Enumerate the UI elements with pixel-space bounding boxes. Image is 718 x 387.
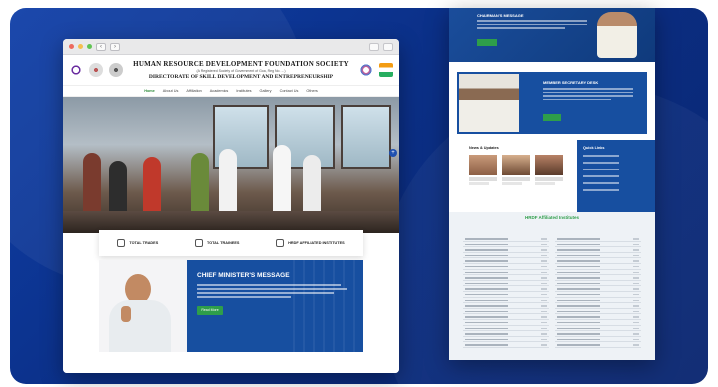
menu-contact[interactable]: Contact Us: [280, 89, 299, 93]
menu-about[interactable]: About Us: [163, 89, 179, 93]
menu-others[interactable]: Others: [306, 89, 317, 93]
menu-institutes[interactable]: Institutes: [236, 89, 251, 93]
stats-bar: TOTAL TRADES TOTAL TRAINEES HRDF AFFILIA…: [99, 230, 363, 256]
building-icon: [194, 239, 203, 247]
site-header: HUMAN RESOURCE DEVELOPMENT FOUNDATION SO…: [63, 55, 399, 85]
partner-logo-icon: [359, 63, 373, 77]
site-subtitle: (A Registered Society of Government of G…: [196, 69, 286, 73]
handshake-icon: [276, 239, 285, 247]
directorate-title: DIRECTORATE OF SKILL DEVELOPMENT AND ENT…: [148, 74, 334, 80]
site-title-block: HUMAN RESOURCE DEVELOPMENT FOUNDATION SO…: [129, 60, 353, 80]
menu-home[interactable]: Home: [144, 89, 155, 93]
hero-person: [303, 155, 321, 219]
quick-links-title: Quick Links: [583, 146, 605, 150]
back-button[interactable]: ‹: [96, 42, 106, 51]
menu-gallery[interactable]: Gallery: [260, 89, 272, 93]
long-page-preview: CHAIRMAN'S MESSAGE MEMBER SECRETARY DESK…: [449, 8, 655, 360]
news-card[interactable]: [502, 155, 530, 185]
hero-person: [83, 153, 101, 219]
skill-india-logo-icon: [379, 63, 393, 77]
stat-total-trainees: TOTAL TRAINEES: [194, 239, 239, 247]
browser-footer: [63, 361, 399, 373]
institutes-title: HRDF Affiliated Institutes: [524, 215, 580, 220]
quick-links-section: Quick Links: [577, 140, 655, 212]
chairman-photo: [597, 12, 637, 58]
chairman-text: [477, 20, 587, 31]
chairman-title: CHAIRMAN'S MESSAGE: [477, 13, 524, 18]
menu-affiliation[interactable]: Affiliation: [186, 89, 201, 93]
stat-affiliated-institutes: HRDF AFFILIATED INSTITUTES: [276, 239, 345, 247]
news-title: News & Updates: [469, 146, 499, 150]
hero-person: [191, 153, 209, 219]
browser-actions: [369, 42, 393, 51]
society-logo-icon: [69, 63, 83, 77]
chief-minister-panel: CHIEF MINISTER'S MESSAGE Read More: [187, 260, 363, 352]
goa-emblem-icon: [89, 63, 103, 77]
national-emblem-icon: [109, 63, 123, 77]
chief-minister-title: CHIEF MINISTER'S MESSAGE: [197, 272, 290, 279]
hero-person: [273, 145, 291, 219]
news-card[interactable]: [469, 155, 497, 185]
member-secretary-photo: [459, 74, 519, 132]
news-list: [469, 155, 589, 185]
hero-window-3: [341, 105, 391, 169]
site-title: HUMAN RESOURCE DEVELOPMENT FOUNDATION SO…: [133, 60, 349, 68]
maximize-dot-icon[interactable]: [87, 44, 92, 49]
chairman-read-more-button[interactable]: [477, 39, 497, 46]
close-dot-icon[interactable]: [69, 44, 74, 49]
forward-button[interactable]: ›: [110, 42, 120, 51]
chairman-section: CHAIRMAN'S MESSAGE: [449, 8, 655, 62]
chief-minister-section: CHIEF MINISTER'S MESSAGE Read More: [99, 260, 363, 352]
minimize-dot-icon[interactable]: [78, 44, 83, 49]
plus-button-icon[interactable]: +: [389, 149, 397, 157]
hero-image: +: [63, 97, 399, 233]
share-icon[interactable]: [369, 42, 379, 51]
browser-chrome: ‹ ›: [63, 39, 399, 55]
menu-academics[interactable]: Academics: [210, 89, 229, 93]
institutes-table: [463, 236, 641, 348]
hero-person: [219, 149, 237, 219]
main-menu: Home About Us Affiliation Academics Inst…: [63, 85, 399, 97]
member-secretary-section: MEMBER SECRETARY DESK: [457, 72, 647, 134]
affiliated-institutes-section: HRDF Affiliated Institutes: [449, 212, 655, 360]
news-section: News & Updates: [469, 146, 589, 202]
news-card[interactable]: [535, 155, 563, 185]
showcase-stage: ‹ › HUMAN RESOURCE DEVELOPMENT FOUNDATIO…: [0, 0, 718, 387]
hero-person: [143, 157, 161, 219]
read-more-button[interactable]: Read More: [197, 306, 223, 315]
graduation-cap-icon: [117, 239, 126, 247]
member-secretary-text: [543, 88, 633, 102]
stat-total-trades: TOTAL TRADES: [117, 239, 158, 247]
chief-minister-photo: [99, 260, 187, 352]
member-secretary-title: MEMBER SECRETARY DESK: [543, 80, 599, 85]
member-read-more-button[interactable]: [543, 114, 561, 121]
message-text: [197, 284, 353, 298]
tabs-icon[interactable]: [383, 42, 393, 51]
